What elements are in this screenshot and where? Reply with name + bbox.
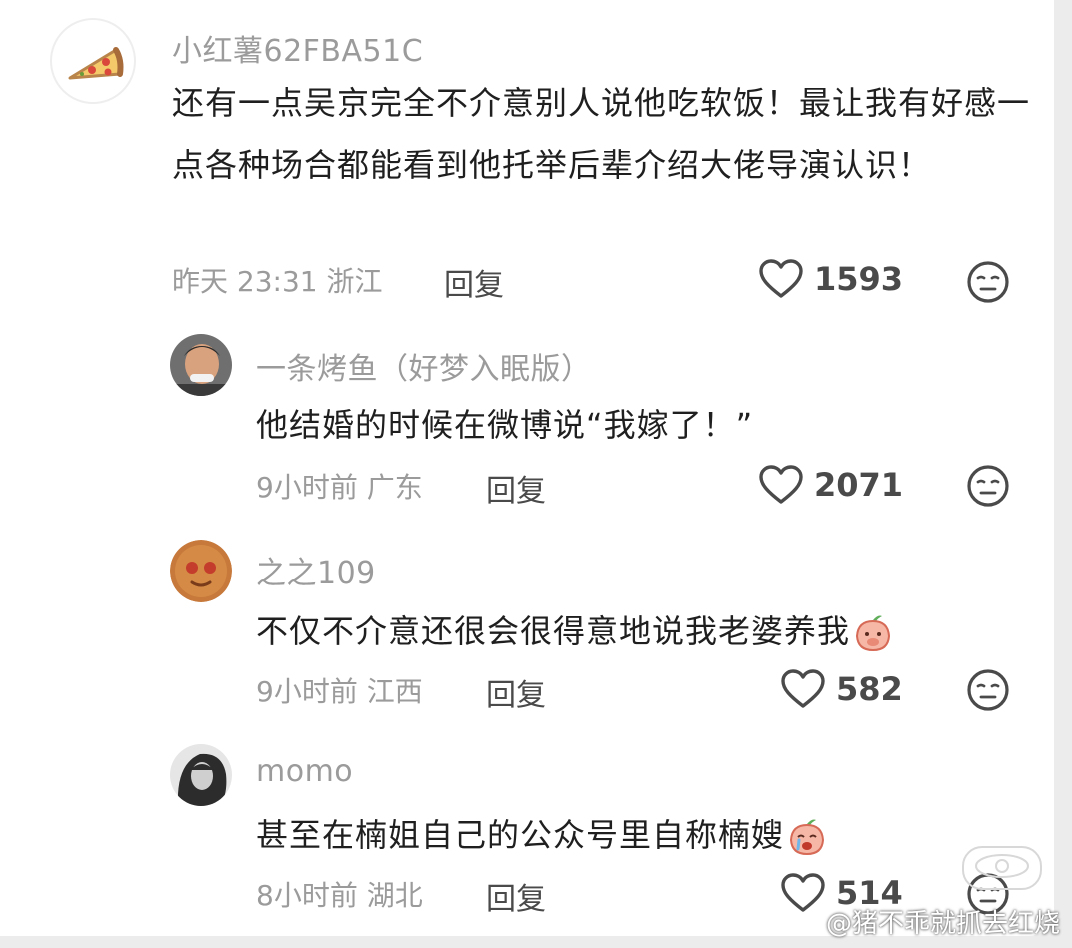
like-count: 1593 — [814, 260, 904, 298]
watermark: @猪不乖就抓去红烧 — [825, 909, 1060, 939]
comment-meta: 昨天 23:31 浙江 — [172, 265, 383, 298]
user-photo-icon — [170, 334, 232, 396]
comment-text-content: 不仅不介意还很会很得意地说我老婆养我 — [256, 612, 851, 650]
comment-text: 甚至在楠姐自己的公众号里自称楠嫂 — [256, 810, 828, 858]
avatar[interactable] — [50, 18, 136, 104]
like-count: 582 — [836, 670, 903, 708]
peach-emoji-icon — [790, 819, 825, 856]
comment-text: 还有一点吴京完全不介意别人说他吃软饭！最让我有好感一点各种场合都能看到他托举后辈… — [172, 84, 1031, 184]
comment-list: 小红薯62FBA51C 还有一点吴京完全不介意别人说他吃软饭！最让我有好感一点各… — [0, 0, 1054, 936]
like-button[interactable]: 582 — [780, 668, 903, 710]
comment-text-content: 甚至在楠姐自己的公众号里自称楠嫂 — [256, 816, 785, 854]
reply-button[interactable]: 回复 — [486, 466, 546, 510]
comment-text: 他结婚的时候在微博说“我嫁了！” — [256, 406, 754, 444]
like-button[interactable]: 1593 — [758, 258, 903, 300]
username[interactable]: 小红薯62FBA51C — [172, 26, 423, 70]
meh-face-icon[interactable] — [966, 668, 1010, 712]
meh-face-icon[interactable] — [966, 464, 1010, 508]
avatar[interactable] — [170, 540, 232, 602]
comment-meta: 8小时前 湖北 — [256, 879, 423, 912]
avatar[interactable] — [170, 744, 232, 806]
meh-face-icon[interactable] — [966, 260, 1010, 304]
watermark-logo-icon — [962, 846, 1042, 890]
heart-outline-icon — [781, 669, 825, 708]
username[interactable]: 一条烤鱼（好梦入眠版） — [256, 344, 592, 388]
like-count: 2071 — [814, 466, 904, 504]
heart-outline-icon — [759, 465, 803, 504]
pizza-icon — [68, 47, 124, 80]
user-photo-icon — [170, 744, 232, 806]
avatar[interactable] — [170, 334, 232, 396]
comment-text: 不仅不介意还很会很得意地说我老婆养我 — [256, 606, 894, 654]
heart-outline-icon — [781, 873, 825, 912]
comment-meta: 9小时前 广东 — [256, 471, 423, 504]
reply-button[interactable]: 回复 — [486, 874, 546, 918]
comment-meta: 9小时前 江西 — [256, 675, 423, 708]
heart-outline-icon — [759, 259, 803, 298]
username[interactable]: momo — [256, 754, 353, 789]
cookie-face-icon — [170, 540, 232, 602]
peach-emoji-icon — [856, 615, 891, 652]
like-button[interactable]: 2071 — [758, 464, 903, 506]
username[interactable]: 之之109 — [256, 548, 376, 592]
reply-button[interactable]: 回复 — [444, 260, 504, 304]
eye-logo-icon — [975, 854, 1029, 878]
reply-button[interactable]: 回复 — [486, 670, 546, 714]
